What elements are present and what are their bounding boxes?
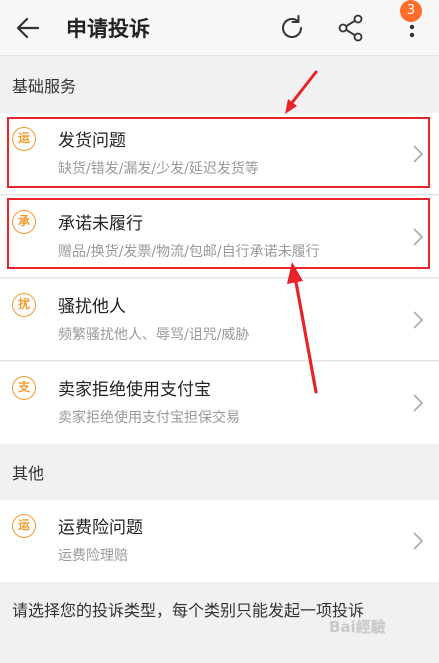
item-subtitle: 赠品/换货/发票/物流/包邮/自行承诺未履行 — [58, 244, 320, 260]
item-title: 骚扰他人 — [58, 297, 126, 317]
complaint-item-freight-insurance[interactable]: 运 运费险问题 运费险理赔 — [0, 500, 439, 582]
shipping-icon: 运 — [12, 127, 36, 151]
arrow-left-icon — [16, 17, 40, 39]
item-title: 承诺未履行 — [58, 214, 143, 234]
chevron-right-icon — [413, 394, 424, 412]
watermark: Bai經驗 — [329, 618, 386, 636]
section-title: 基础服务 — [12, 77, 77, 96]
refresh-icon — [282, 15, 302, 38]
promise-icon: 承 — [12, 210, 36, 234]
share-button[interactable] — [333, 10, 369, 46]
chevron-right-icon — [413, 145, 424, 163]
complaint-item-alipay[interactable]: 支 卖家拒绝使用支付宝 卖家拒绝使用支付宝担保交易 — [0, 362, 439, 444]
top-bar: 申请投诉 3 — [0, 0, 439, 56]
chevron-right-icon — [413, 532, 424, 550]
item-subtitle: 频繁骚扰他人、辱骂/诅咒/威胁 — [58, 327, 250, 343]
item-subtitle: 运费险理赔 — [58, 548, 128, 564]
harassment-icon: 扰 — [12, 293, 36, 317]
payment-icon: 支 — [12, 376, 36, 400]
complaint-item-promise[interactable]: 承 承诺未履行 赠品/换货/发票/物流/包邮/自行承诺未履行 — [0, 196, 439, 278]
item-title: 发货问题 — [58, 131, 126, 151]
complaint-item-shipping[interactable]: 运 发货问题 缺货/错发/漏发/少发/延迟发货等 — [0, 113, 439, 195]
section-header-basic: 基础服务 — [0, 57, 439, 113]
item-subtitle: 卖家拒绝使用支付宝担保交易 — [58, 410, 240, 426]
notification-badge: 3 — [400, 0, 422, 22]
back-button[interactable] — [10, 10, 46, 46]
complaint-item-harassment[interactable]: 扰 骚扰他人 频繁骚扰他人、辱骂/诅咒/威胁 — [0, 279, 439, 361]
item-title: 运费险问题 — [58, 518, 143, 538]
item-subtitle: 缺货/错发/漏发/少发/延迟发货等 — [58, 161, 259, 177]
item-title: 卖家拒绝使用支付宝 — [58, 380, 211, 400]
footer-note: 请选择您的投诉类型，每个类别只能发起一项投诉 — [12, 601, 365, 620]
section-title: 其他 — [12, 464, 45, 483]
refresh-button[interactable] — [274, 10, 310, 46]
chevron-right-icon — [413, 228, 424, 246]
chevron-right-icon — [413, 311, 424, 329]
section-header-other: 其他 — [0, 444, 439, 500]
page-title: 申请投诉 — [66, 17, 150, 41]
share-icon — [338, 14, 363, 42]
freight-insurance-icon: 运 — [12, 514, 36, 538]
